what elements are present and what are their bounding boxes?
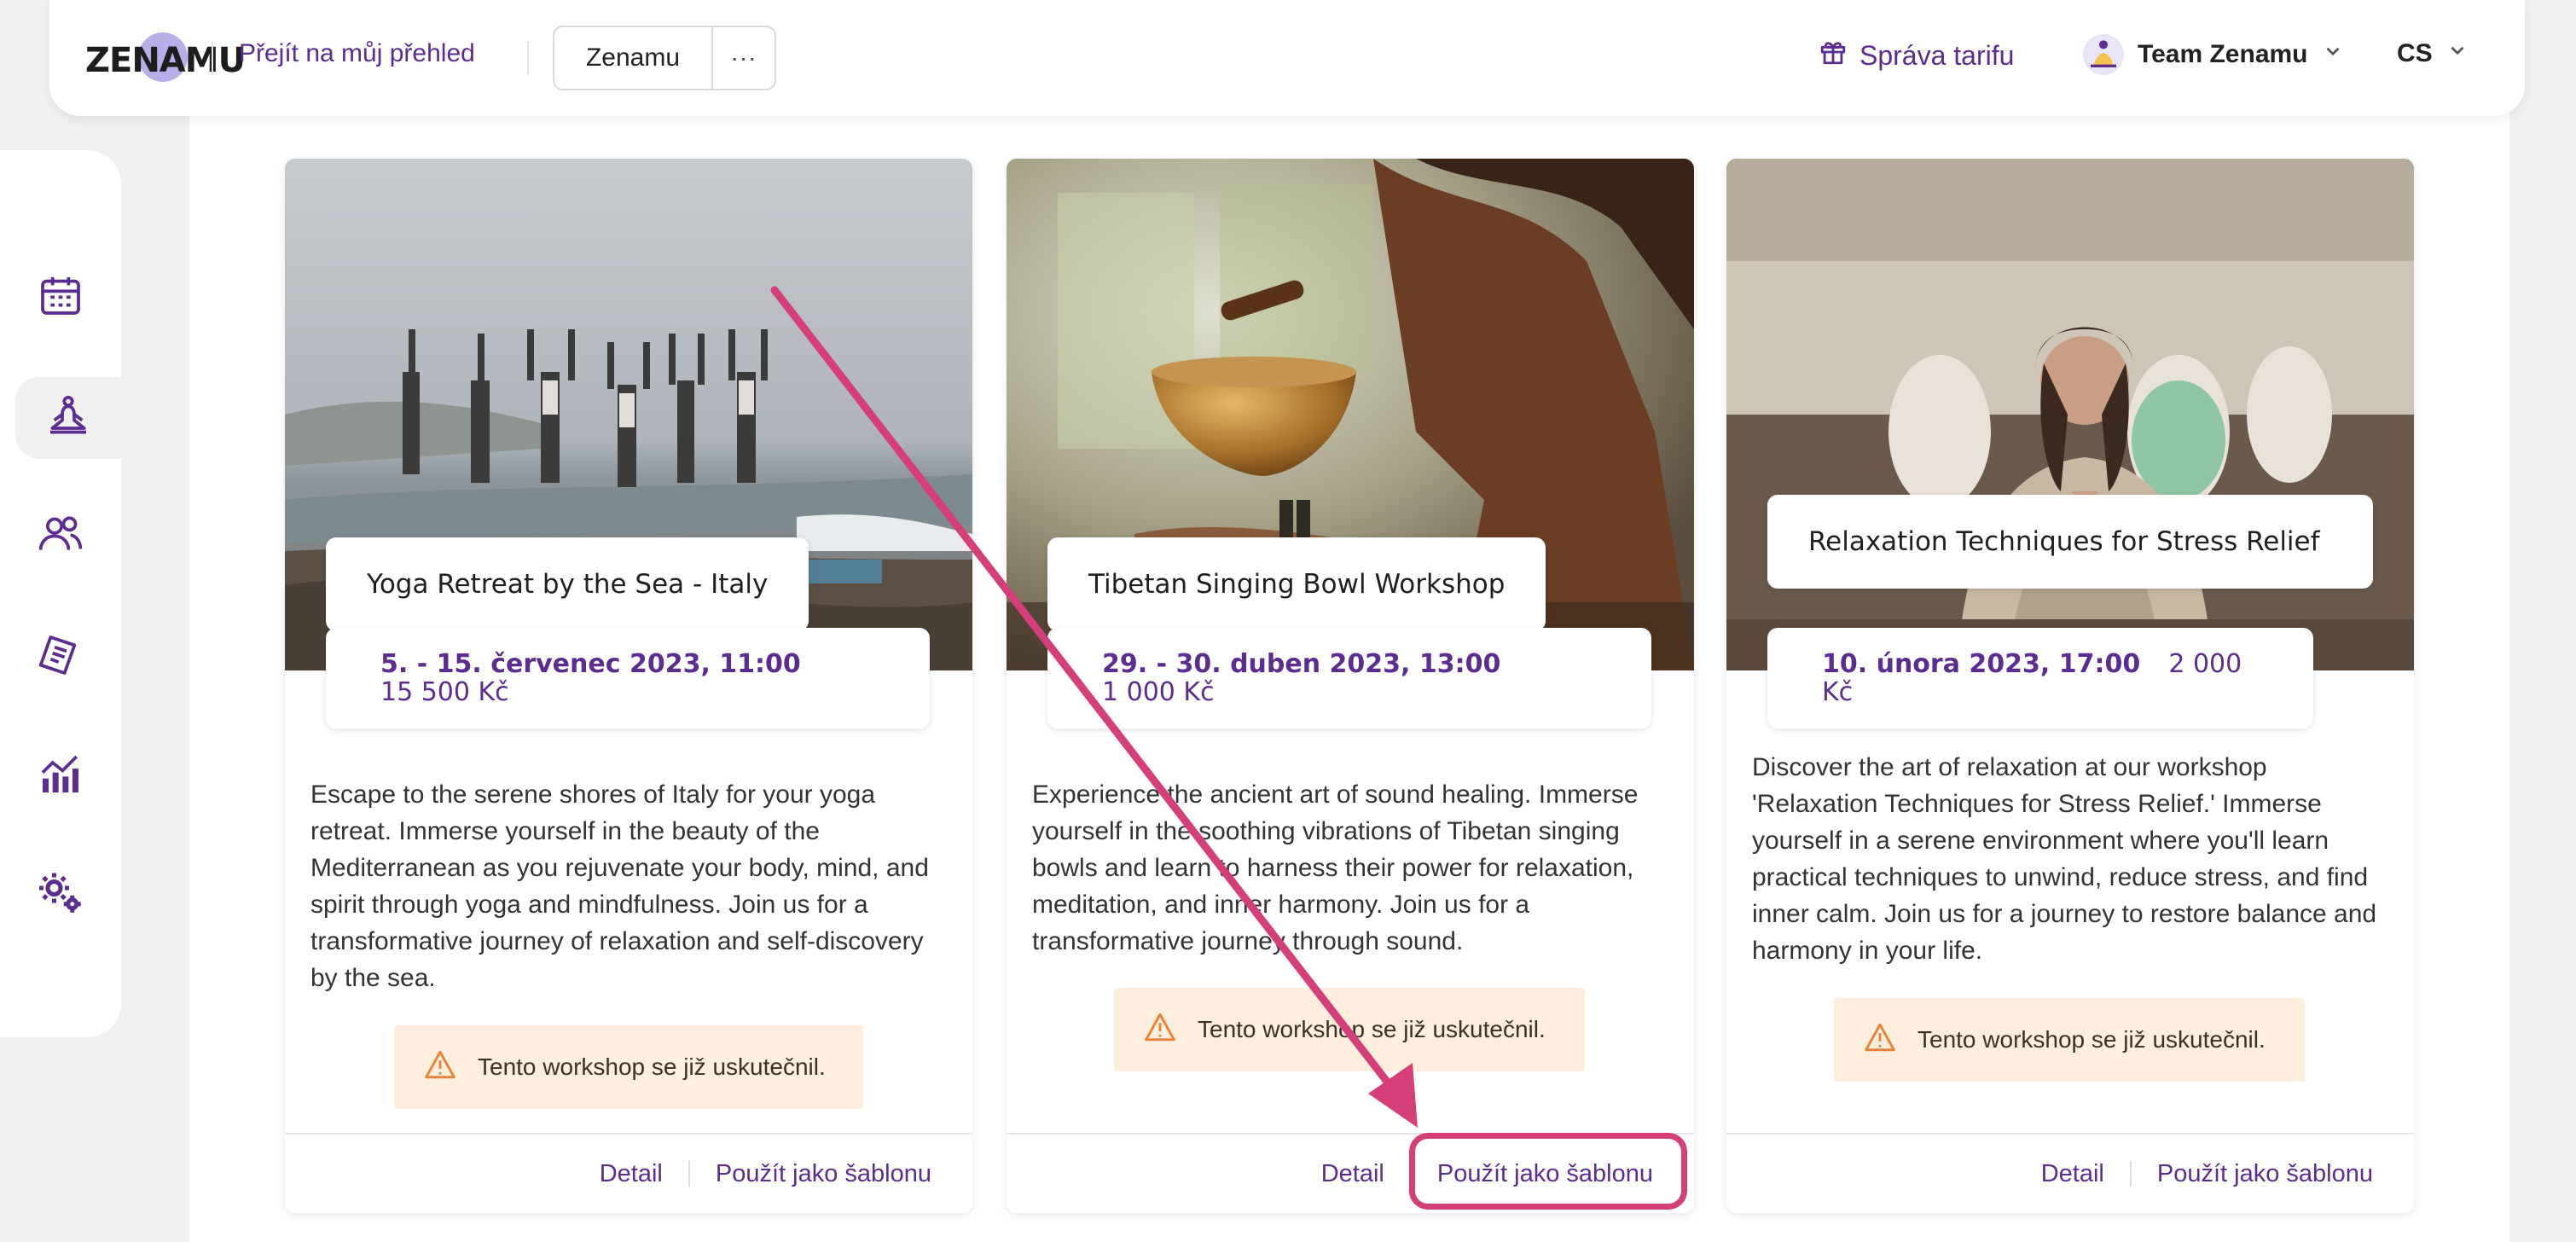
annotation-highlight (1409, 1133, 1687, 1210)
annotation-arrow (770, 286, 1418, 1128)
